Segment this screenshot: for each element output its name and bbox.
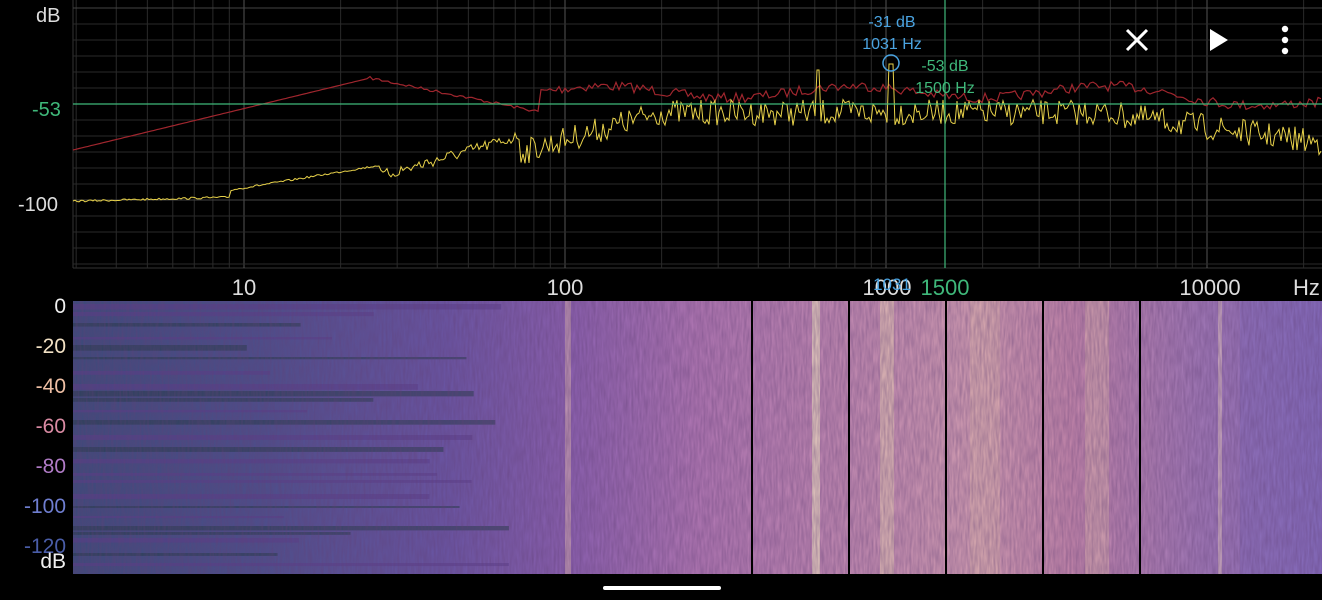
home-indicator[interactable] [603,586,721,590]
level-tick-60: -60 [36,415,66,438]
level-tick-80: -80 [36,455,66,478]
spectrogram[interactable]: 0 -20 -40 -60 -80 -100 -120 dB [0,298,1322,578]
level-tick-20: -20 [36,335,66,358]
cursor-hz-readout: 1500 Hz [915,80,975,97]
peak-db-readout: -31 dB [868,14,915,31]
close-icon [1125,28,1149,52]
level-scale: 0 -20 -40 -60 -80 -100 -120 dB [24,298,66,573]
spectrum-db-tick-100: -100 [18,194,58,216]
cursor-db-axis-label: -53 [32,99,61,121]
cursor-freq-axis-marker: 1500 [921,275,970,300]
more-vert-icon [1281,25,1289,55]
freq-tick-100: 100 [547,275,584,300]
spectrogram-db-unit: dB [40,550,66,573]
peak-freq-axis-marker: 1031 [873,275,911,294]
app-root: dB -100 -53 10 100 1000 10000 Hz 1031 15… [0,0,1322,600]
peak-hz-readout: 1031 Hz [862,36,922,53]
level-tick-40: -40 [36,375,66,398]
spectrum-hz-unit: Hz [1293,275,1320,300]
spectrum-db-unit: dB [36,5,60,27]
play-icon [1210,29,1228,51]
level-tick-100: -100 [24,495,66,518]
level-tick-0: 0 [54,298,66,318]
more-options-button[interactable] [1263,18,1307,62]
spectrogram-noise [73,301,1322,574]
freq-tick-10000: 10000 [1179,275,1240,300]
play-button[interactable] [1196,18,1240,62]
cursor-db-readout: -53 dB [921,58,968,75]
freq-tick-10: 10 [232,275,256,300]
close-button[interactable] [1115,18,1159,62]
